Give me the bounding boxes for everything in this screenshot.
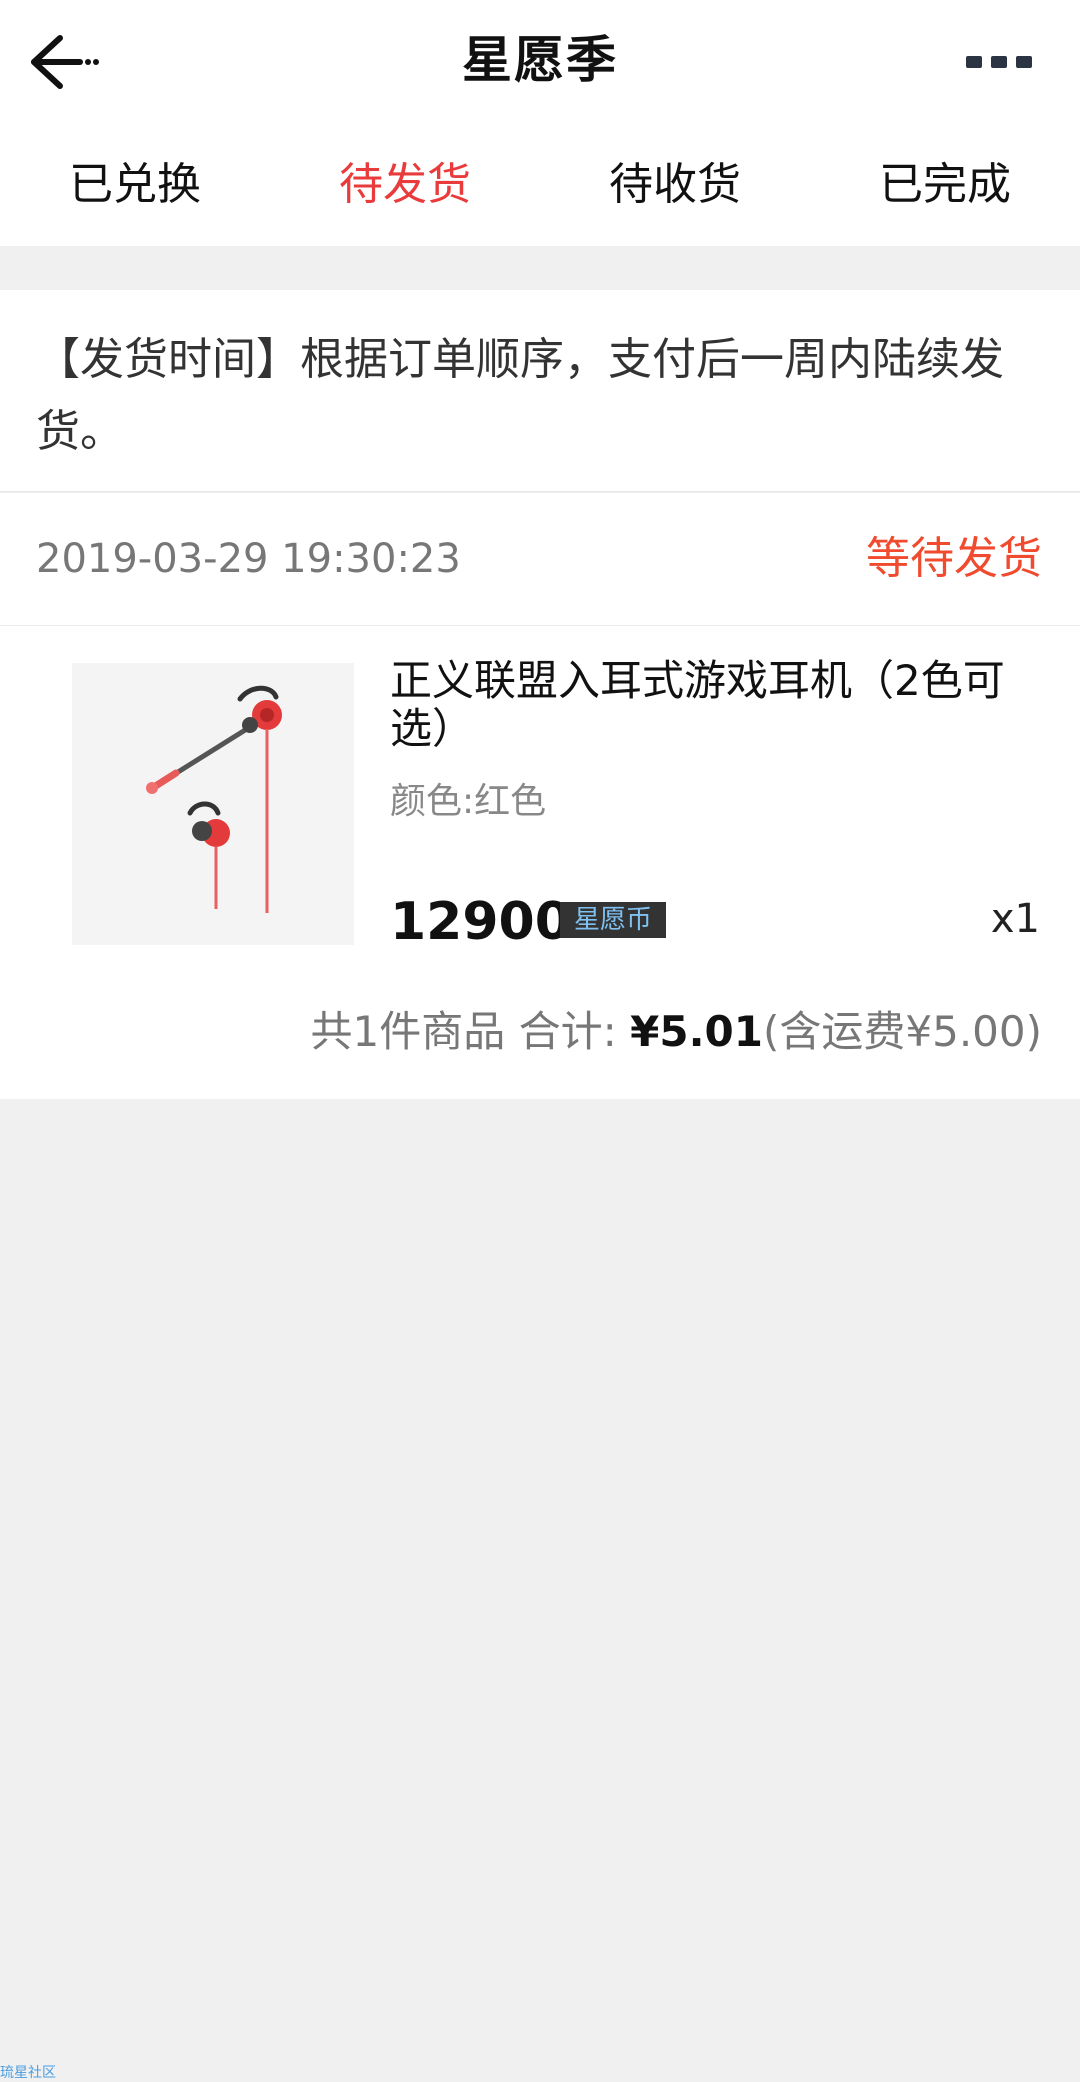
product-price: 12900	[390, 892, 571, 952]
product-name[interactable]: 正义联盟入耳式游戏耳机（2色可选）	[390, 657, 1030, 753]
order-status: 等待发货	[866, 533, 1042, 584]
order-summary: 共1件商品 合计: ¥5.01(含运费¥5.00)	[311, 1003, 1042, 1061]
order-time: 2019-03-29 19:30:23	[36, 536, 461, 582]
order-header: 2019-03-29 19:30:23 等待发货	[0, 493, 1080, 626]
more-icon[interactable]	[966, 54, 1032, 70]
page-title: 星愿季	[462, 31, 618, 89]
top-bar: 星愿季	[0, 0, 1080, 124]
shipping-notice: 【发货时间】根据订单顺序，支付后一周内陆续发货。	[0, 290, 1080, 492]
watermark: 琉星社区	[0, 2065, 56, 2081]
order-tabs: 已兑换 待发货 待收货 已完成	[0, 124, 1080, 246]
product-spec: 颜色:红色	[390, 781, 547, 822]
currency-badge: 星愿币	[560, 902, 666, 938]
product-image[interactable]	[72, 663, 354, 945]
summary-shipping: (含运费¥5.00)	[762, 1007, 1042, 1056]
section-divider	[0, 246, 1080, 290]
tab-redeemed[interactable]: 已兑换	[0, 124, 270, 246]
tab-completed[interactable]: 已完成	[810, 124, 1080, 246]
tab-pending-receipt[interactable]: 待收货	[540, 124, 810, 246]
product-quantity: x1	[990, 896, 1040, 942]
more-dot	[991, 56, 1007, 68]
tab-pending-shipment[interactable]: 待发货	[270, 124, 540, 246]
headset-image	[146, 685, 282, 913]
order-card[interactable]: 2019-03-29 19:30:23 等待发货 正义联盟入耳式游戏耳机（2色可…	[0, 493, 1080, 1099]
more-dot	[1016, 56, 1032, 68]
more-dot	[966, 56, 982, 68]
summary-total: ¥5.01	[630, 1007, 763, 1056]
summary-count: 共1件商品 合计:	[310, 1007, 631, 1056]
